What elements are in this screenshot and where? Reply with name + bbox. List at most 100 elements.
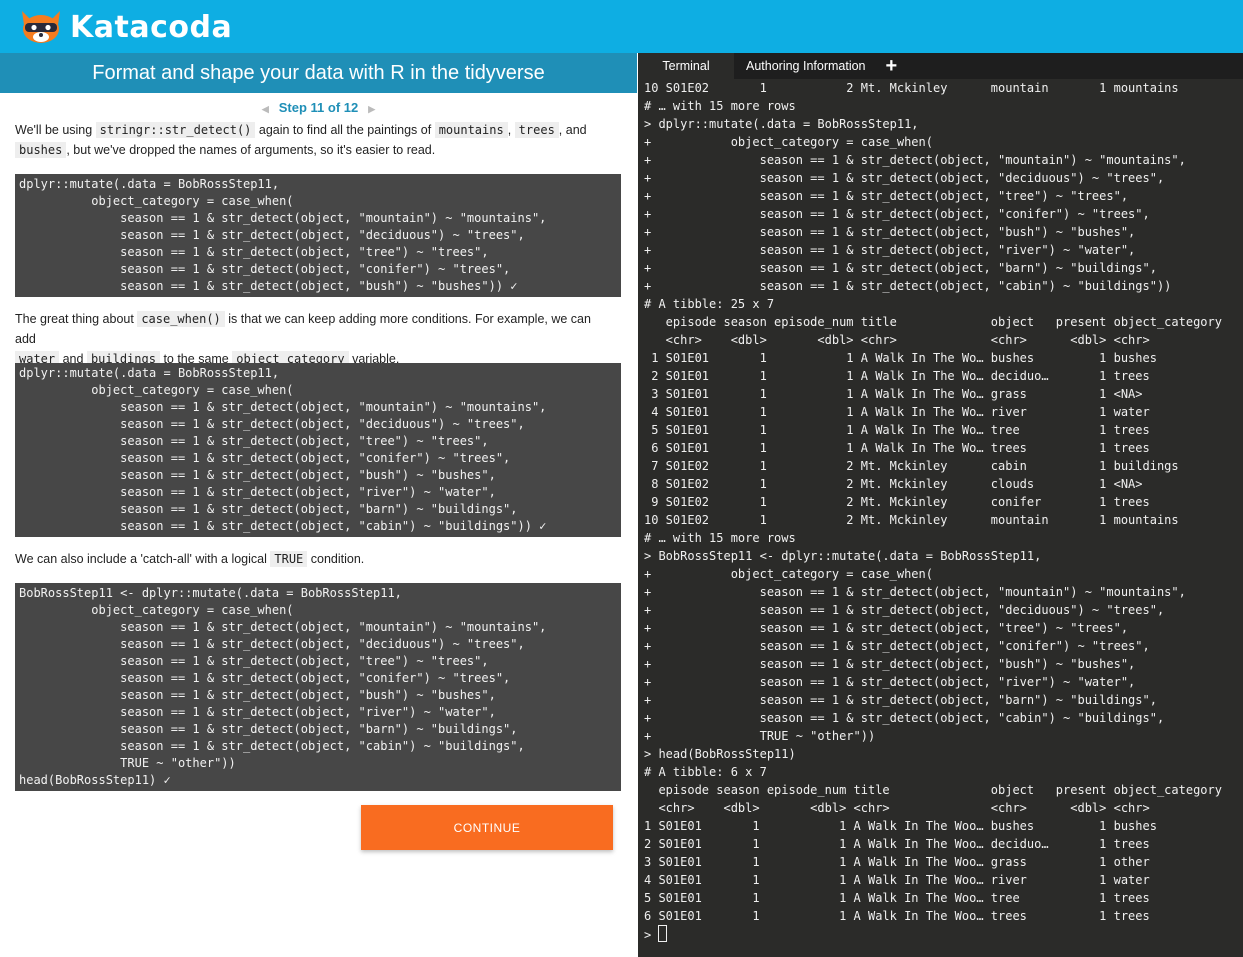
code-line: dplyr::mutate(.data = BobRossStep11, (19, 177, 280, 191)
terminal-output[interactable]: 10 S01E02 1 2 Mt. Mckinley mountain 1 mo… (644, 79, 1243, 943)
terminal-line: <chr> <dbl> <dbl> <chr> <chr> <dbl> <chr… (644, 333, 1150, 347)
terminal-line: 2 S01E01 1 1 A Walk In The Woo… deciduo…… (644, 837, 1150, 851)
terminal-line: 3 S01E01 1 1 A Walk In The Woo… grass 1 … (644, 855, 1150, 869)
katacoda-logo[interactable]: Katacoda (16, 6, 232, 48)
code-line: season == 1 & str_detect(object, "decidu… (19, 417, 525, 431)
code-line: object_category = case_when( (19, 194, 294, 208)
terminal-line: + season == 1 & str_detect(object, "deci… (644, 171, 1165, 185)
terminal-line: 3 S01E01 1 1 A Walk In The Wo… grass 1 <… (644, 387, 1143, 401)
inline-code: stringr::str_detect() (95, 122, 256, 138)
terminal-line: + season == 1 & str_detect(object, "coni… (644, 207, 1150, 221)
logo-text: Katacoda (70, 9, 233, 45)
code-line: object_category = case_when( (19, 603, 294, 617)
code-line: season == 1 & str_detect(object, "cabin"… (19, 519, 547, 533)
text: The great thing about (15, 312, 138, 326)
terminal-line: # … with 15 more rows (644, 99, 796, 113)
terminal-line: 6 S01E01 1 1 A Walk In The Woo… trees 1 … (644, 909, 1150, 923)
inline-code: bushes (15, 142, 67, 158)
chevron-right-icon[interactable]: ▶ (368, 104, 375, 114)
terminal-line: > dplyr::mutate(.data = BobRossStep11, (644, 117, 919, 131)
code-line: season == 1 & str_detect(object, "mounta… (19, 400, 547, 414)
terminal-line: + season == 1 & str_detect(object, "tree… (644, 621, 1129, 635)
code-line: season == 1 & str_detect(object, "barn")… (19, 502, 518, 516)
catch-all-paragraph: We can also include a 'catch-all' with a… (15, 549, 615, 569)
terminal-line: # … with 15 more rows (644, 531, 796, 545)
code-line: object_category = case_when( (19, 383, 294, 397)
inline-code: mountains (434, 122, 508, 138)
text: , and (558, 123, 587, 137)
prompt-symbol: > (644, 928, 659, 942)
text: again to find all the paintings of (255, 123, 435, 137)
code-block-1[interactable]: dplyr::mutate(.data = BobRossStep11, obj… (15, 174, 621, 297)
terminal-line: + TRUE ~ "other")) (644, 729, 876, 743)
code-line: dplyr::mutate(.data = BobRossStep11, (19, 366, 280, 380)
code-line: season == 1 & str_detect(object, "tree")… (19, 654, 489, 668)
terminal-panel: Terminal Authoring Information + 10 S01E… (638, 53, 1243, 957)
code-line: BobRossStep11 <- dplyr::mutate(.data = B… (19, 586, 402, 600)
code-line: season == 1 & str_detect(object, "bush")… (19, 468, 496, 482)
terminal-line: 8 S01E02 1 2 Mt. Mckinley clouds 1 <NA> (644, 477, 1143, 491)
tab-terminal[interactable]: Terminal (638, 53, 734, 79)
tab-authoring-information[interactable]: Authoring Information (734, 53, 878, 79)
terminal-line: 5 S01E01 1 1 A Walk In The Wo… tree 1 tr… (644, 423, 1150, 437)
terminal-line: + season == 1 & str_detect(object, "moun… (644, 153, 1186, 167)
text: condition. (307, 552, 365, 566)
step-label: Step 11 of 12 (278, 100, 359, 115)
terminal-line: + season == 1 & str_detect(object, "bush… (644, 225, 1136, 239)
code-line: season == 1 & str_detect(object, "conife… (19, 671, 511, 685)
terminal-line: 4 S01E01 1 1 A Walk In The Wo… river 1 w… (644, 405, 1150, 419)
code-line: season == 1 & str_detect(object, "mounta… (19, 211, 547, 225)
code-line: season == 1 & str_detect(object, "barn")… (19, 722, 518, 736)
terminal-line: + season == 1 & str_detect(object, "moun… (644, 585, 1186, 599)
inline-code: trees (514, 122, 559, 138)
terminal-line: 10 S01E02 1 2 Mt. Mckinley mountain 1 mo… (644, 513, 1179, 527)
code-block-3[interactable]: BobRossStep11 <- dplyr::mutate(.data = B… (15, 583, 621, 791)
raccoon-logo-icon (22, 11, 60, 43)
terminal-line: episode season episode_num title object … (644, 783, 1222, 797)
chevron-left-icon[interactable]: ◀ (262, 104, 269, 114)
code-line: season == 1 & str_detect(object, "conife… (19, 262, 511, 276)
inline-code: TRUE (270, 551, 308, 567)
code-line: season == 1 & str_detect(object, "cabin"… (19, 739, 525, 753)
terminal-line: > head(BobRossStep11) (644, 747, 796, 761)
terminal-prompt[interactable]: > (644, 925, 1243, 943)
terminal-line: + object_category = case_when( (644, 135, 933, 149)
terminal-line: 9 S01E02 1 2 Mt. Mckinley conifer 1 tree… (644, 495, 1150, 509)
code-line: season == 1 & str_detect(object, "tree")… (19, 434, 489, 448)
code-line: season == 1 & str_detect(object, "decidu… (19, 228, 525, 242)
terminal-line: + season == 1 & str_detect(object, "cabi… (644, 711, 1165, 725)
terminal-line: <chr> <dbl> <dbl> <chr> <chr> <dbl> <chr… (644, 801, 1150, 815)
inline-code: case_when() (137, 311, 225, 327)
top-bar: Katacoda (0, 0, 1243, 53)
terminal-line: + season == 1 & str_detect(object, "barn… (644, 261, 1157, 275)
terminal-line: + season == 1 & str_detect(object, "cabi… (644, 279, 1172, 293)
text: We'll be using (15, 123, 96, 137)
terminal-line: 7 S01E02 1 2 Mt. Mckinley cabin 1 buildi… (644, 459, 1179, 473)
code-line: season == 1 & str_detect(object, "river"… (19, 705, 496, 719)
terminal-line: episode season episode_num title object … (644, 315, 1222, 329)
terminal-line: + season == 1 & str_detect(object, "rive… (644, 675, 1136, 689)
case-when-paragraph: The great thing about case_when() is tha… (15, 309, 615, 369)
terminal-line: + season == 1 & str_detect(object, "deci… (644, 603, 1165, 617)
plus-icon[interactable]: + (878, 53, 906, 79)
code-line: season == 1 & str_detect(object, "bush")… (19, 279, 518, 293)
code-line: season == 1 & str_detect(object, "tree")… (19, 245, 489, 259)
step-indicator: ◀ Step 11 of 12 ▶ (0, 101, 637, 115)
code-line: season == 1 & str_detect(object, "river"… (19, 485, 496, 499)
terminal-line: + season == 1 & str_detect(object, "barn… (644, 693, 1157, 707)
text: , but we've dropped the names of argumen… (66, 143, 436, 157)
terminal-line: + season == 1 & str_detect(object, "rive… (644, 243, 1136, 257)
code-block-2[interactable]: dplyr::mutate(.data = BobRossStep11, obj… (15, 363, 621, 537)
terminal-line: 4 S01E01 1 1 A Walk In The Woo… river 1 … (644, 873, 1150, 887)
terminal-cursor (658, 925, 668, 942)
scenario-title: Format and shape your data with R in the… (0, 53, 637, 93)
terminal-line: + season == 1 & str_detect(object, "tree… (644, 189, 1129, 203)
terminal-line: 6 S01E01 1 1 A Walk In The Wo… trees 1 t… (644, 441, 1150, 455)
intro-paragraph: We'll be using stringr::str_detect() aga… (15, 120, 615, 160)
terminal-tab-bar: Terminal Authoring Information + (638, 53, 1243, 79)
terminal-line: + season == 1 & str_detect(object, "bush… (644, 657, 1136, 671)
continue-button[interactable]: CONTINUE (361, 805, 613, 850)
terminal-line: 1 S01E01 1 1 A Walk In The Woo… bushes 1… (644, 819, 1157, 833)
text: We can also include a 'catch-all' with a… (15, 552, 271, 566)
code-line: TRUE ~ "other")) (19, 756, 236, 770)
